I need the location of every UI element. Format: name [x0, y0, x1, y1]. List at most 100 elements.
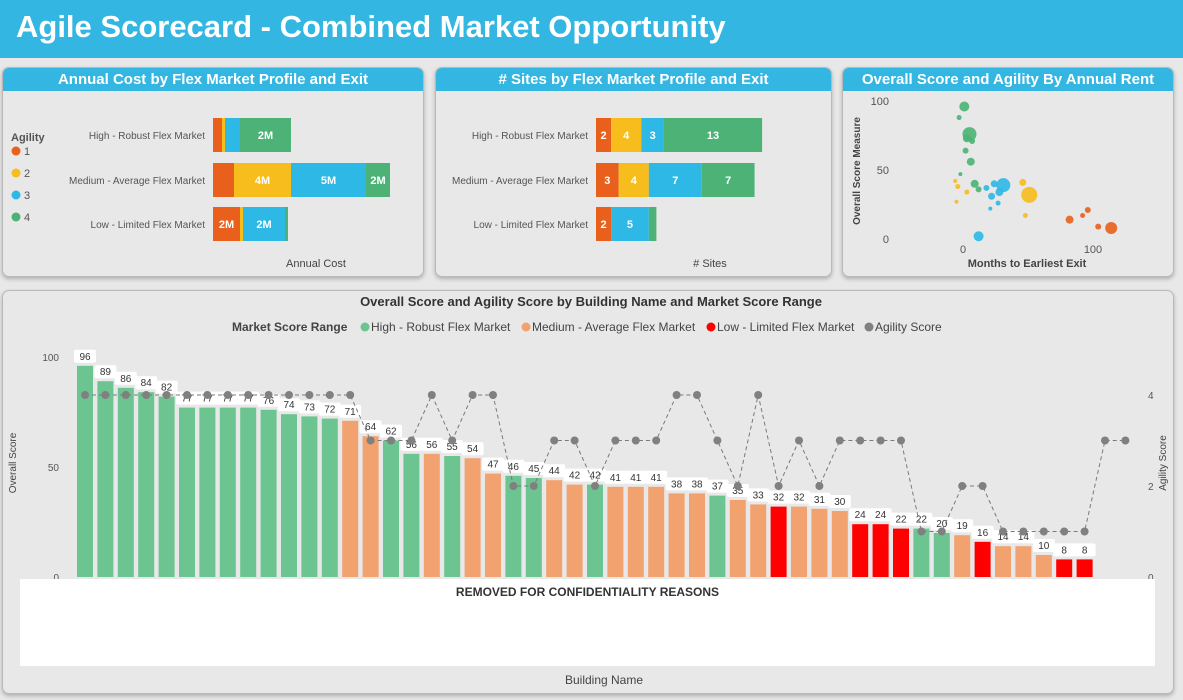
- bar-value-label: 2M: [370, 175, 385, 187]
- score-bar: [729, 500, 746, 577]
- agility-score-point: [325, 391, 334, 399]
- category-label: Medium - Average Flex Market: [69, 176, 205, 187]
- scatter-point: [1065, 215, 1074, 224]
- bar-value-label: 30: [834, 497, 846, 508]
- agility-score-point: [529, 482, 538, 490]
- bar-value-label: 7: [672, 175, 678, 187]
- bar-value-label: 5: [627, 219, 633, 231]
- score-bar: [872, 524, 889, 577]
- agility-score-point: [733, 482, 742, 490]
- score-bar: [750, 504, 767, 577]
- bar-value-label: 2M: [256, 219, 271, 231]
- bar-segment: [213, 118, 222, 152]
- x-tick-label: 100: [1084, 244, 1102, 256]
- agility-score-point: [366, 436, 375, 445]
- score-bar: [505, 475, 522, 577]
- score-agility-scatter[interactable]: 0 50 100 0 100 Overall Score Measure Months to…: [843, 91, 1173, 276]
- score-bar: [587, 484, 603, 577]
- agility-score-point: [958, 482, 967, 490]
- bar-value-label: 71: [345, 407, 357, 418]
- score-bar: [321, 418, 338, 577]
- dashboard-header: Agile Scorecard - Combined Market Opport…: [0, 0, 1183, 58]
- legend-marker-4: [11, 212, 21, 222]
- score-bar: [342, 420, 359, 577]
- y2-axis-label: Agility Score: [1158, 435, 1169, 491]
- scatter-point: [959, 101, 970, 112]
- scatter-point: [955, 184, 961, 190]
- score-bar: [281, 414, 297, 577]
- scatter-point: [1022, 213, 1028, 219]
- y-tick-label: 50: [48, 463, 60, 474]
- bar-value-label: 2M: [258, 130, 273, 142]
- agility-score-point: [183, 391, 191, 399]
- category-label: Medium - Average Flex Market: [452, 176, 588, 187]
- bar-value-label: 4: [631, 175, 638, 187]
- agility-score-point: [999, 527, 1007, 536]
- agility-score-point: [509, 482, 518, 490]
- y-tick-label: 100: [871, 96, 889, 108]
- legend-marker: [360, 322, 370, 332]
- score-bar: [668, 493, 685, 577]
- legend-label-2: 2: [24, 168, 30, 180]
- score-bar: [933, 533, 950, 577]
- bar-segment: [213, 163, 234, 197]
- legend-title: Agility: [11, 132, 45, 144]
- scatter-point: [1080, 213, 1086, 219]
- agility-score-point: [917, 527, 926, 536]
- annual-cost-panel[interactable]: Annual Cost by Flex Market Profile and E…: [2, 67, 424, 277]
- y-axis-label: Overall Score: [8, 432, 19, 493]
- agility-score-point: [427, 391, 436, 399]
- bar-segment: [240, 207, 243, 241]
- dashboard-title: Agile Scorecard - Combined Market Opport…: [16, 9, 726, 44]
- scatter-point: [988, 206, 993, 211]
- sites-chart[interactable]: High - Robust Flex Market 2 4 3 13 Medium - A…: [436, 91, 831, 276]
- agility-score-point: [1080, 527, 1089, 536]
- score-bar: [525, 478, 542, 577]
- score-bar: [260, 409, 277, 577]
- bar-value-label: 8: [1061, 545, 1067, 556]
- legend-marker-1: [11, 146, 21, 156]
- legend-label: High - Robust Flex Market: [371, 320, 511, 334]
- y-axis-label: Overall Score Measure: [852, 117, 863, 225]
- agility-score-point: [856, 436, 865, 445]
- bar-value-label: 44: [549, 466, 561, 477]
- bar-value-label: 62: [385, 427, 397, 438]
- bar-value-label: 2: [600, 219, 606, 231]
- score-bar: [199, 407, 216, 577]
- legend-title: Market Score Range: [232, 320, 348, 334]
- chart-title: Overall Score and Agility Score by Build…: [360, 294, 822, 309]
- bar-value-label: 2M: [219, 219, 234, 231]
- score-bar: [301, 416, 318, 577]
- score-bar: [219, 407, 236, 577]
- redacted-label: REMOVED FOR CONFIDENTIALITY REASONS: [455, 585, 720, 599]
- score-bar: [179, 407, 195, 577]
- bar-value-label: 41: [610, 473, 622, 484]
- agility-score-point: [121, 391, 130, 399]
- legend-marker: [864, 322, 874, 332]
- agility-score-point: [713, 436, 722, 445]
- score-bar: [1015, 546, 1032, 577]
- agility-score-point: [162, 391, 171, 399]
- bar-value-label: 32: [793, 493, 805, 504]
- bar-value-label: 2: [600, 130, 606, 142]
- agility-score-point: [285, 391, 293, 399]
- score-bar: [811, 508, 828, 577]
- bar-segment: [225, 118, 240, 152]
- scatter-point: [953, 179, 958, 184]
- annual-cost-chart[interactable]: Agility 1 2 3 4 High - Robust Flex Market 2M Me…: [3, 91, 423, 276]
- score-agility-panel[interactable]: Overall Score and Agility By Annual Rent…: [842, 67, 1174, 277]
- y-tick-label: 0: [883, 234, 889, 246]
- sites-panel[interactable]: # Sites by Flex Market Profile and Exit …: [435, 67, 832, 277]
- score-bar: [97, 381, 114, 577]
- bar-value-label: 41: [630, 473, 642, 484]
- score-bar: [1076, 559, 1093, 577]
- agility-score-point: [978, 482, 987, 490]
- score-bar: [1035, 555, 1052, 577]
- legend-marker-3: [11, 190, 21, 200]
- agility-score-point: [754, 391, 763, 399]
- score-bar: [689, 493, 705, 577]
- bar-value-label: 24: [855, 510, 867, 521]
- bar-value-label: 38: [671, 479, 683, 490]
- bar-value-label: 3: [604, 175, 610, 187]
- x-axis-label: Annual Cost: [286, 258, 346, 270]
